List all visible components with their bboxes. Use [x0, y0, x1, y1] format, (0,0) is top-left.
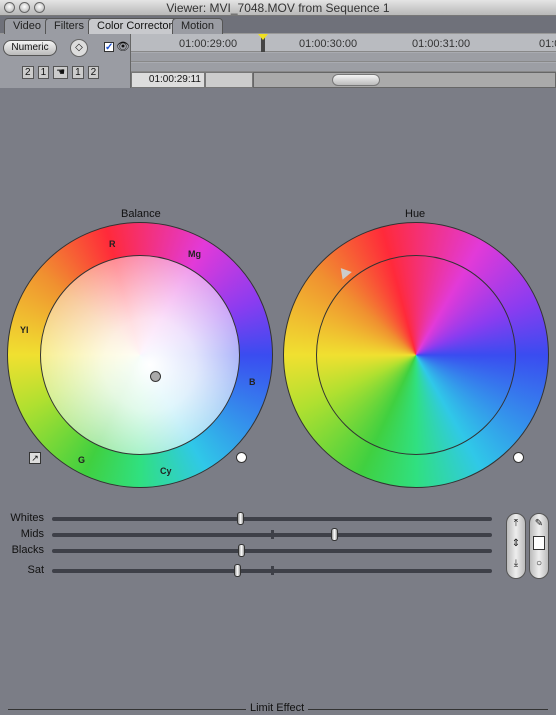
- slider-sat[interactable]: [52, 564, 492, 577]
- label-yl: Yl: [20, 325, 29, 335]
- label-r: R: [109, 239, 116, 249]
- hue-wheel[interactable]: [283, 222, 549, 488]
- balance-reset-button[interactable]: [236, 452, 247, 463]
- color-swatch[interactable]: [530, 534, 548, 554]
- zoom-button[interactable]: [34, 2, 45, 13]
- filter-controls: Numeric ◇ ✓ 👁 2 1 ☚ 1 2: [0, 34, 131, 88]
- limit-effect-tools: ✎ ○: [529, 513, 549, 579]
- slider-thumb[interactable]: [330, 528, 338, 541]
- balance-wheel[interactable]: [7, 222, 273, 488]
- minimize-button[interactable]: [19, 2, 30, 13]
- back-2-button[interactable]: 2: [22, 66, 34, 79]
- hue-reset-button[interactable]: [513, 452, 524, 463]
- forward-2-button[interactable]: 2: [87, 66, 100, 79]
- label-cy: Cy: [160, 466, 172, 476]
- copy-hand-icon[interactable]: ☚: [53, 66, 69, 79]
- slider-thumb[interactable]: [238, 544, 246, 557]
- hue-title: Hue: [405, 208, 426, 220]
- slider-label: Whites: [10, 512, 44, 524]
- tick-label: 01:0: [539, 38, 556, 50]
- slider-mids[interactable]: [52, 528, 492, 541]
- auto-black-level-button[interactable]: ⤓: [507, 554, 525, 574]
- label-b: B: [249, 377, 256, 387]
- center-tick: [271, 530, 274, 539]
- enable-checkbox[interactable]: ✓: [104, 42, 114, 53]
- playhead-marker-icon[interactable]: [258, 34, 268, 40]
- slider-label: Mids: [20, 528, 44, 540]
- limit-effect-toggle[interactable]: Limit Effect: [246, 702, 309, 714]
- window-title: Viewer: MVI_7048.MOV from Sequence 1: [166, 1, 390, 15]
- back-1-button[interactable]: 1: [37, 66, 50, 79]
- tab-bar: Video Filters Color Corrector Motion: [0, 16, 556, 34]
- tab-video[interactable]: Video: [4, 18, 50, 34]
- auto-level-buttons: ⤒ ⇕ ⤓: [506, 513, 526, 579]
- keyframe-track[interactable]: [131, 53, 556, 62]
- keyframe-button[interactable]: ◇: [70, 39, 88, 57]
- tick-label: 01:00:29:00: [179, 38, 238, 50]
- eyedropper-icon[interactable]: ✎: [530, 514, 548, 534]
- numeric-button[interactable]: Numeric: [3, 40, 57, 56]
- slider-thumb[interactable]: [233, 564, 241, 577]
- tick-label: 01:00:31:00: [412, 38, 471, 50]
- label-mg: Mg: [188, 249, 201, 259]
- frame-nav: 2 1 ☚ 1 2: [22, 66, 100, 79]
- slider-label: Blacks: [11, 544, 44, 556]
- eye-icon[interactable]: 👁: [116, 40, 130, 53]
- zoom-slider[interactable]: [205, 72, 253, 88]
- hue-handle[interactable]: [336, 264, 352, 280]
- tab-motion[interactable]: Motion: [172, 18, 224, 34]
- center-tick: [271, 566, 274, 575]
- timeline-scrollbar[interactable]: [253, 72, 556, 88]
- slider-thumb[interactable]: [236, 512, 244, 525]
- slider-blacks[interactable]: [52, 544, 492, 557]
- slider-whites[interactable]: [52, 512, 492, 525]
- keyframe-timeline[interactable]: 01:00:29:00 01:00:30:00 01:00:31:00 01: 0…: [131, 34, 556, 88]
- slider-label: Sat: [27, 564, 44, 576]
- current-timecode[interactable]: 01:00:29:11: [131, 72, 205, 88]
- close-button[interactable]: [4, 2, 15, 13]
- forward-1-button[interactable]: 1: [72, 66, 84, 79]
- reset-circle-button[interactable]: ○: [530, 554, 548, 574]
- auto-white-level-button[interactable]: ⤒: [507, 514, 525, 534]
- keyframe-track[interactable]: [131, 63, 556, 72]
- select-auto-balance-icon[interactable]: ↗: [29, 452, 41, 464]
- scroll-thumb[interactable]: [332, 74, 380, 86]
- balance-title: Balance: [121, 208, 161, 220]
- auto-contrast-button[interactable]: ⇕: [507, 534, 525, 554]
- title-bar: Viewer: MVI_7048.MOV from Sequence 1: [0, 0, 556, 16]
- tab-filters[interactable]: Filters: [45, 18, 93, 34]
- tab-color-corrector[interactable]: Color Corrector: [88, 18, 182, 34]
- label-g: G: [78, 455, 86, 465]
- time-ruler[interactable]: 01:00:29:00 01:00:30:00 01:00:31:00 01:0: [131, 34, 556, 52]
- balance-handle[interactable]: [150, 371, 161, 382]
- tick-label: 01:00:30:00: [299, 38, 358, 50]
